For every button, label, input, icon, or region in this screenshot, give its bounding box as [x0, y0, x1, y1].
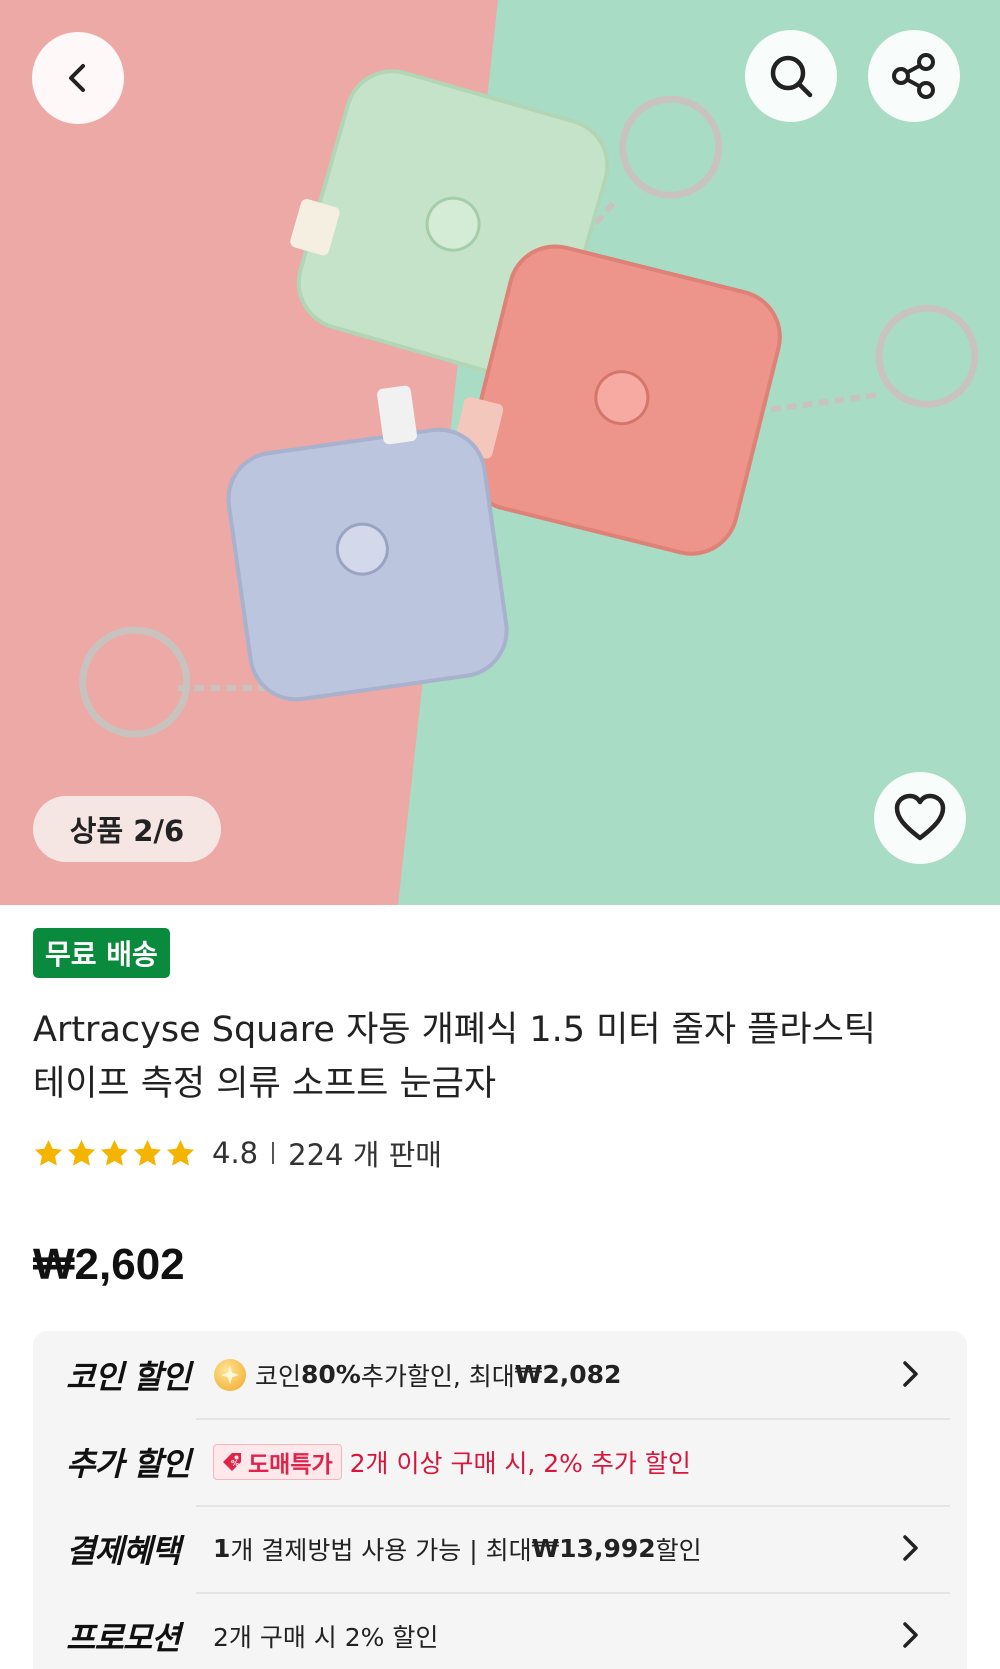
- product-image-gallery[interactable]: 상품 2/6: [0, 0, 1000, 905]
- payment-count: 1: [213, 1534, 231, 1563]
- benefit-text: % 도매특가 2개 이상 구매 시, 2% 추가 할인: [213, 1418, 691, 1505]
- benefit-text: 2개 구매 시 2% 할인: [213, 1592, 438, 1669]
- benefit-row-promotion[interactable]: 프로모션 2개 구매 시 2% 할인: [33, 1592, 967, 1669]
- wholesale-tag-label: 도매특가: [248, 1451, 333, 1478]
- benefit-text-part: 추가할인, 최대: [360, 1361, 515, 1391]
- benefit-label: 코인 할인: [66, 1357, 191, 1396]
- benefit-text: 1개 결제방법 사용 가능 | 최대 ₩13,992 할인: [213, 1505, 702, 1592]
- chevron-left-icon: [69, 64, 85, 92]
- benefit-row-coin[interactable]: 코인 할인 코인 80% 추가할인, 최대 ₩2,082: [33, 1331, 967, 1418]
- image-counter: 상품 2/6: [33, 796, 221, 862]
- svg-text:%: %: [231, 1459, 239, 1468]
- product-title: Artracyse Square 자동 개폐식 1.5 미터 줄자 플라스틱 테…: [33, 1003, 933, 1111]
- search-icon: [770, 55, 813, 98]
- coin-percent: 80%: [301, 1360, 361, 1389]
- product-price: ₩2,602: [33, 1240, 185, 1289]
- coin-max-amount: ₩2,082: [514, 1360, 622, 1389]
- product-title-line: Artracyse Square 자동 개폐식 1.5 미터 줄자 플라스틱: [33, 1010, 876, 1050]
- rating-row[interactable]: 4.8 224 개 판매: [33, 1133, 442, 1173]
- benefit-text-part: 개 결제방법 사용 가능 | 최대: [230, 1535, 532, 1565]
- benefit-row-payment[interactable]: 결제혜택 1개 결제방법 사용 가능 | 최대 ₩13,992 할인: [33, 1505, 967, 1592]
- chevron-right-icon[interactable]: [895, 1620, 925, 1650]
- chevron-right-icon[interactable]: [895, 1533, 925, 1563]
- share-button[interactable]: [868, 30, 960, 122]
- product-photo: [0, 0, 1000, 905]
- product-title-line: 테이프 측정 의류 소프트 눈금자: [33, 1064, 497, 1104]
- star-icon: [134, 1139, 161, 1166]
- star-icon: [35, 1139, 62, 1166]
- benefit-text-part: 코인: [255, 1361, 302, 1391]
- star-rating: [33, 1138, 196, 1169]
- coin-icon: [214, 1358, 246, 1391]
- free-shipping-badge: 무료 배송: [33, 928, 170, 978]
- wishlist-button[interactable]: [874, 772, 966, 864]
- benefits-card: 코인 할인 코인 80% 추가할인, 최대 ₩2,082 추가 할인 % 도매특…: [33, 1331, 967, 1669]
- wholesale-tag: % 도매특가: [213, 1443, 342, 1480]
- benefit-text-part: 2개 이상 구매 시, 2% 추가 할인: [349, 1448, 691, 1478]
- benefit-text-part: 2개 구매 시 2% 할인: [213, 1622, 439, 1652]
- rating-divider: [272, 1142, 275, 1164]
- benefit-text: 코인 80% 추가할인, 최대 ₩2,082: [213, 1331, 621, 1418]
- benefit-label: 추가 할인: [66, 1444, 191, 1483]
- price-tag-icon: %: [223, 1452, 241, 1471]
- payment-max-amount: ₩13,992: [531, 1534, 656, 1563]
- sold-count: 224 개 판매: [288, 1138, 442, 1172]
- share-icon: [892, 53, 935, 99]
- rating-value: 4.8: [212, 1136, 259, 1170]
- benefit-text-part: 할인: [655, 1535, 702, 1565]
- back-button[interactable]: [32, 32, 124, 124]
- benefit-row-extra: 추가 할인 % 도매특가 2개 이상 구매 시, 2% 추가 할인: [33, 1418, 967, 1505]
- benefit-label: 결제혜택: [66, 1531, 181, 1570]
- star-icon: [167, 1139, 194, 1166]
- search-button[interactable]: [745, 30, 837, 122]
- star-icon: [68, 1139, 95, 1166]
- star-icon: [101, 1139, 128, 1166]
- chevron-right-icon[interactable]: [895, 1359, 925, 1389]
- heart-icon: [894, 793, 946, 841]
- benefit-label: 프로모션: [66, 1618, 181, 1657]
